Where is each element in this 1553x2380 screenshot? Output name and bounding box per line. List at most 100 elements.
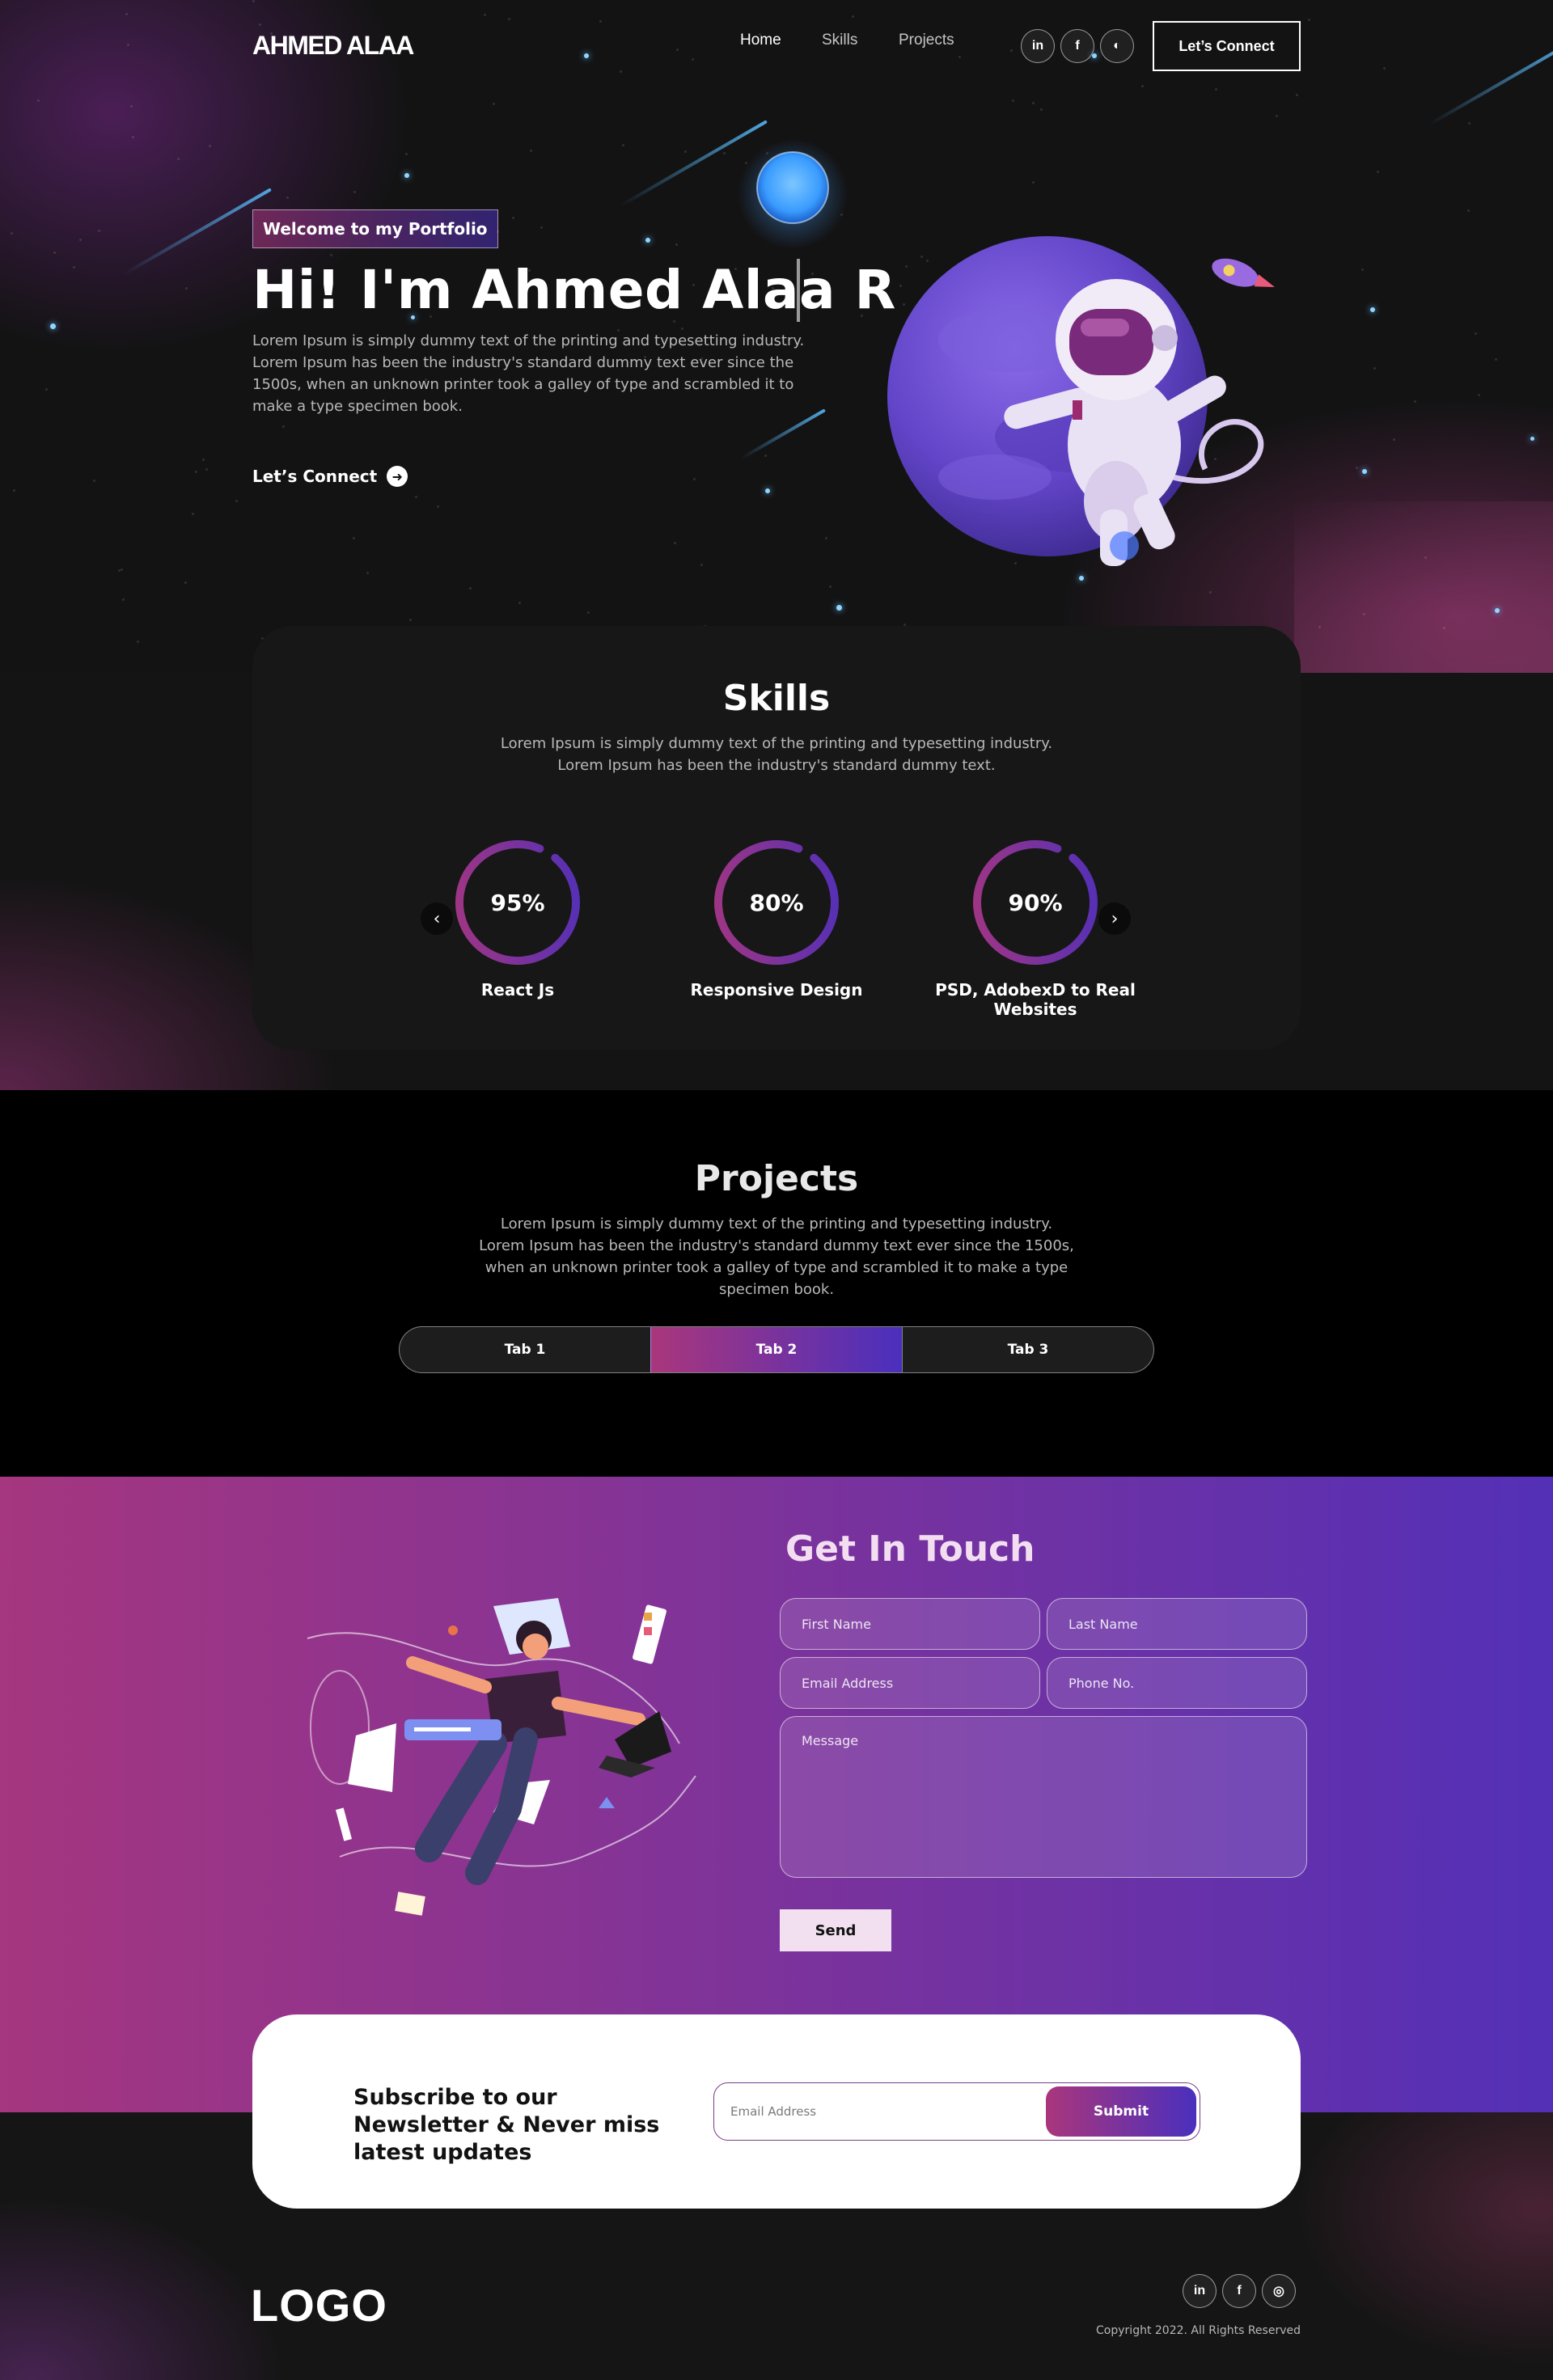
background-dot [11,232,13,235]
newsletter-email-input[interactable]: Email Address [730,2083,816,2140]
background-dot [469,587,472,590]
background-dot [764,454,767,457]
background-dot [622,144,624,146]
tab-2[interactable]: Tab 2 [650,1327,902,1372]
background-dot [353,537,355,539]
background-dot [185,287,188,290]
background-dot [195,471,197,473]
projects-description: Lorem Ipsum is simply dummy text of the … [479,1215,1074,1298]
background-dot [1373,367,1376,370]
background-dot [13,489,15,492]
skill-percent: 80% [749,889,804,916]
email-field[interactable]: Email Address [780,1657,1040,1709]
background-dot [409,619,412,621]
star [765,488,770,493]
background-dot [1032,102,1035,104]
background-dot [540,226,543,229]
background-dot [37,99,40,102]
background-dot [121,569,123,571]
background-dot [1012,99,1014,102]
star [1530,437,1534,441]
nav-connect-button[interactable]: Let’s Connect [1153,21,1301,71]
background-dot [184,581,187,584]
background-dot [829,585,832,588]
chevron-left-icon: ‹ [433,908,441,929]
hero-section: AHMED ALAA Home Skills Projects in f ◐ L… [0,0,1553,673]
background-dot [122,598,125,601]
background-dot [1468,122,1470,125]
navbar: AHMED ALAA Home Skills Projects in f ◐ L… [0,0,1553,92]
background-dot [1296,94,1298,96]
newsletter-title: Subscribe to our Newsletter & Never miss… [353,2085,660,2165]
hero-connect-button[interactable]: Let’s Connect ➜ [252,466,408,487]
star [1370,307,1375,312]
skill-ring: 90% [971,838,1100,967]
newsletter-form: Email Address Submit [713,2082,1200,2141]
astronaut-illustration [887,236,1275,566]
instagram-icon[interactable]: ◎ [1262,2274,1296,2308]
skill-label: Responsive Design [690,980,863,1000]
hero-description: Lorem Ipsum is simply dummy text of the … [252,332,805,415]
background-dot [723,152,726,154]
background-dot [192,513,194,515]
skills-title: Skills [722,678,831,719]
background-dot [137,640,139,643]
glowing-planet [738,139,848,249]
background-dot [693,478,696,480]
contact-illustration [307,1598,696,1916]
facebook-icon[interactable]: f [1222,2274,1256,2308]
last-name-field[interactable]: Last Name [1047,1598,1307,1650]
background-dot [98,230,100,232]
nav-link-skills[interactable]: Skills [822,32,857,49]
carousel-next-button[interactable]: › [1098,903,1131,935]
background-dot [1393,438,1395,441]
carousel-prev-button[interactable]: ‹ [421,903,453,935]
brand-logo[interactable]: AHMED ALAA [252,31,414,61]
send-button[interactable]: Send [780,1909,891,1951]
facebook-icon[interactable]: f [1060,29,1094,63]
newsletter-submit-button[interactable]: Submit [1046,2086,1196,2137]
projects-section: Projects Lorem Ipsum is simply dummy tex… [0,1090,1553,1477]
background-dot [1361,268,1364,271]
background-dot [684,150,687,153]
background-dot [53,252,56,254]
linkedin-icon[interactable]: in [1183,2274,1217,2308]
footer-logo[interactable]: LOGO [251,2279,387,2331]
skill-ring: 95% [453,838,582,967]
phone-field[interactable]: Phone No. [1047,1657,1307,1709]
nav-link-home[interactable]: Home [740,32,781,49]
background-dot [79,239,82,241]
meteor [123,188,272,276]
arrow-right-circle-icon: ➜ [387,466,408,487]
tab-1[interactable]: Tab 1 [400,1327,650,1372]
background-dot [93,480,95,482]
copyright-text: Copyright 2022. All Rights Reserved [1096,2324,1301,2337]
tab-3[interactable]: Tab 3 [902,1327,1153,1372]
background-dot [177,158,180,160]
hero-tagline: Welcome to my Portfolio [252,209,498,248]
hero-glow [1294,501,1553,673]
contact-title: Get In Touch [785,1528,1035,1570]
background-dot [45,388,48,391]
background-dot [286,197,289,199]
background-dot [1318,626,1321,628]
background-dot [493,103,495,105]
background-dot [1467,209,1470,212]
first-name-field[interactable]: First Name [780,1598,1040,1650]
background-dot [1443,627,1445,629]
github-icon[interactable]: ◐ [1100,29,1134,63]
projects-title: Projects [694,1158,859,1199]
newsletter-card: Subscribe to our Newsletter & Never miss… [252,2014,1301,2209]
background-dot [530,150,532,152]
background-dot [1356,467,1358,469]
message-field[interactable]: Message [780,1716,1307,1878]
star [50,323,56,329]
skills-card: Skills Lorem Ipsum is simply dummy text … [252,626,1301,1050]
typing-caret [797,259,800,322]
background-dot [202,459,205,461]
linkedin-icon[interactable]: in [1021,29,1055,63]
background-dot [825,537,827,539]
chevron-right-icon: › [1111,908,1119,929]
nav-link-projects[interactable]: Projects [899,32,954,49]
background-dot [1495,358,1497,361]
